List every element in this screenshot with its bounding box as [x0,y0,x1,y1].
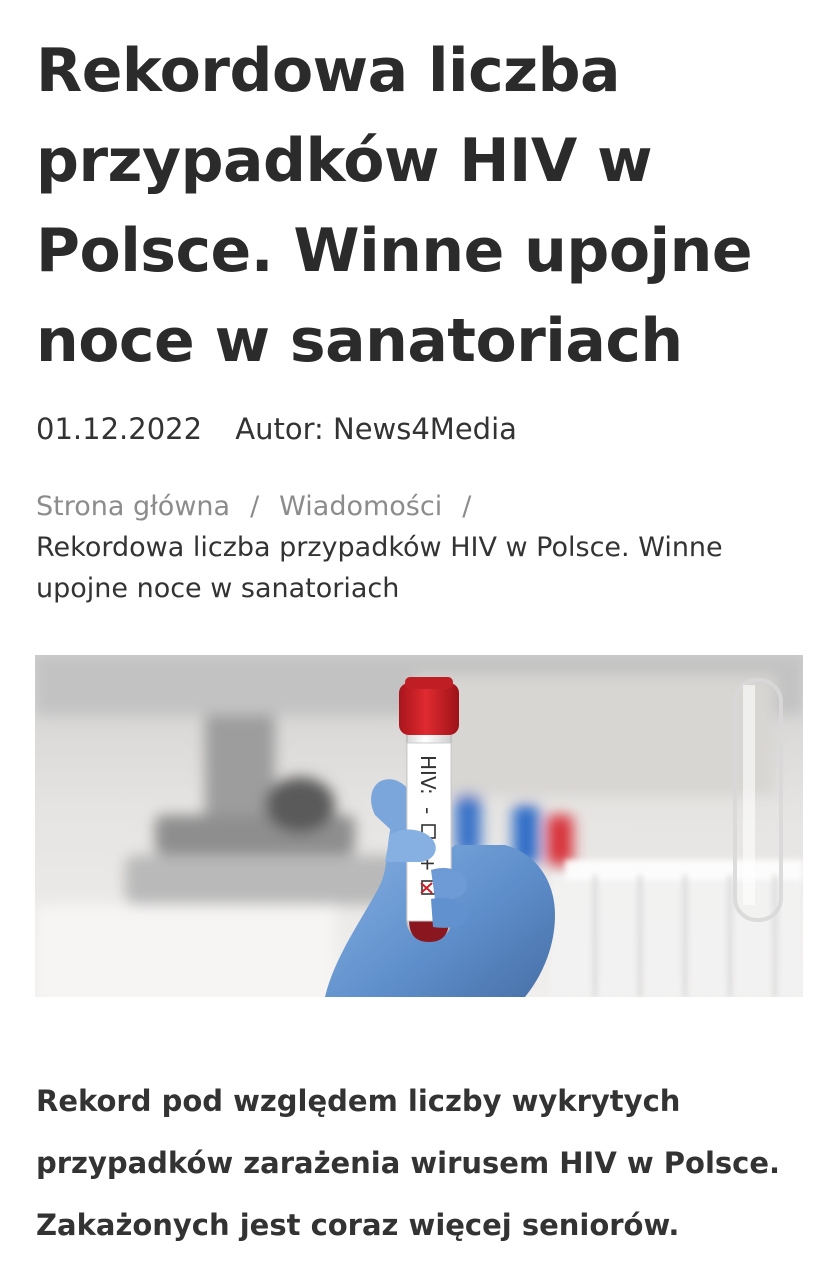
article-lead: Rekord pod względem liczby wykrytych prz… [36,1084,781,1242]
author-byline[interactable]: Autor: News4Media [235,412,517,446]
blood-sample-photo: HIV: - + [35,655,803,997]
breadcrumb-separator: / [462,491,472,522]
tube-label-hiv: HIV: [416,755,440,795]
hero-image[interactable]: HIV: - + [35,655,803,997]
breadcrumb-current: Rekordowa liczba przypadków HIV w Polsce… [36,532,723,604]
article-title: Rekordowa liczba przypadków HIV w Polsce… [36,36,753,376]
article-meta: 01.12.2022 Autor: News4Media [36,408,517,450]
breadcrumb-home-link[interactable]: Strona główna [36,491,230,522]
publish-date: 01.12.2022 [36,412,203,446]
breadcrumb: Strona główna / Wiadomości / Rekordowa licz… [36,486,806,609]
tube-label-minus: - [416,807,440,814]
breadcrumb-separator: / [250,491,260,522]
breadcrumb-section-link[interactable]: Wiadomości [279,491,442,522]
